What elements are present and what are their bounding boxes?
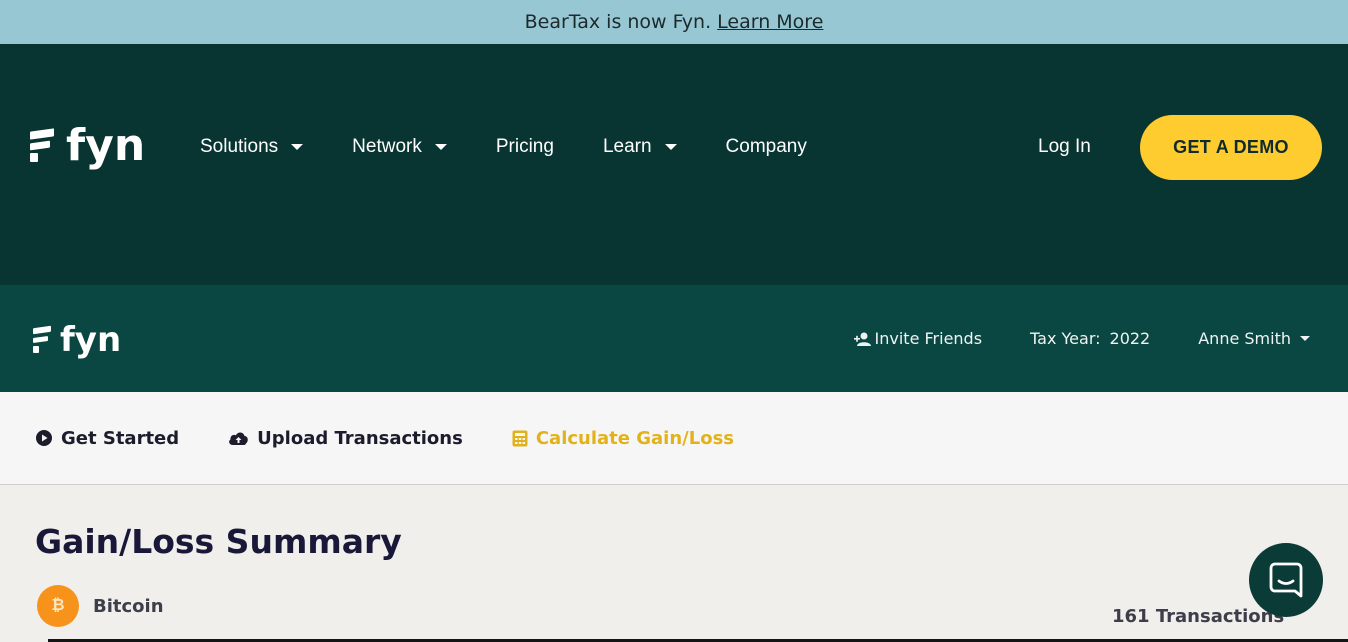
tab-get-started-label: Get Started	[61, 427, 180, 449]
announcement-text: BearTax is now Fyn.	[524, 11, 712, 33]
add-user-icon	[853, 332, 871, 346]
nav-links: Solutions Network Pricing Learn Company	[200, 124, 856, 170]
play-circle-icon	[35, 429, 53, 447]
app-header-actions: Invite Friends Tax Year: 2022 Anne Smith	[804, 285, 1310, 392]
user-menu[interactable]: Anne Smith	[1198, 329, 1310, 348]
tab-calculate-gain-loss[interactable]: Calculate Gain/Loss	[512, 428, 734, 449]
fyn-logo[interactable]: fyn	[30, 124, 145, 168]
invite-friends-label: Invite Friends	[874, 329, 983, 348]
main-navigation: fyn Solutions Network Pricing Learn Comp…	[0, 44, 1348, 285]
app-logo-text: fyn	[60, 320, 122, 360]
tab-calculate-gain-loss-label: Calculate Gain/Loss	[535, 427, 734, 449]
bitcoin-icon: ₿	[37, 585, 79, 627]
tab-upload-transactions-label: Upload Transactions	[257, 427, 463, 449]
chevron-down-icon	[1300, 336, 1310, 341]
logo-text: fyn	[66, 120, 146, 171]
coin-name: Bitcoin	[93, 595, 164, 617]
nav-learn-label: Learn	[602, 136, 652, 157]
chevron-down-icon	[664, 144, 677, 150]
app-header: fyn Invite Friends Tax Year: 2022 Anne S…	[0, 285, 1348, 392]
nav-company-label: Company	[725, 136, 807, 157]
nav-company[interactable]: Company	[726, 136, 807, 158]
gain-loss-summary: Gain/Loss Summary ₿ Bitcoin 161 Transact…	[0, 485, 1348, 642]
page-title: Gain/Loss Summary	[35, 522, 402, 561]
transaction-count: 161 Transactions	[1112, 606, 1285, 627]
fyn-logo-mark-icon	[33, 325, 51, 353]
tab-get-started[interactable]: Get Started	[35, 428, 179, 449]
fyn-logo-mark-icon	[30, 128, 54, 162]
login-link[interactable]: Log In	[1038, 136, 1091, 158]
user-name: Anne Smith	[1198, 329, 1291, 348]
nav-pricing-label: Pricing	[495, 136, 554, 157]
nav-learn[interactable]: Learn	[603, 136, 677, 158]
tab-upload-transactions[interactable]: Upload Transactions	[228, 428, 463, 449]
nav-network[interactable]: Network	[352, 136, 447, 158]
coin-row[interactable]: ₿ Bitcoin	[37, 585, 164, 627]
workflow-tabs: Get Started Upload Transactions Calculat…	[0, 392, 1348, 485]
learn-more-link[interactable]: Learn More	[717, 11, 823, 33]
app-logo[interactable]: fyn	[33, 323, 121, 357]
cloud-upload-icon	[228, 430, 249, 446]
tax-year-selector[interactable]: Tax Year: 2022	[1030, 329, 1150, 348]
invite-friends-button[interactable]: Invite Friends	[852, 329, 983, 348]
tax-year-label: Tax Year:	[1030, 329, 1101, 348]
tax-year-value: 2022	[1109, 329, 1151, 348]
nav-solutions[interactable]: Solutions	[200, 136, 304, 158]
get-a-demo-button[interactable]: GET A DEMO	[1140, 115, 1322, 180]
chevron-down-icon	[434, 144, 447, 150]
chevron-down-icon	[291, 144, 304, 150]
nav-pricing[interactable]: Pricing	[496, 136, 554, 158]
nav-solutions-label: Solutions	[200, 136, 279, 157]
calculator-icon	[512, 430, 528, 447]
announcement-bar: BearTax is now Fyn. Learn More	[0, 0, 1348, 44]
chat-launcher-button[interactable]	[1249, 543, 1323, 617]
nav-network-label: Network	[352, 136, 422, 157]
chat-icon	[1269, 562, 1303, 598]
